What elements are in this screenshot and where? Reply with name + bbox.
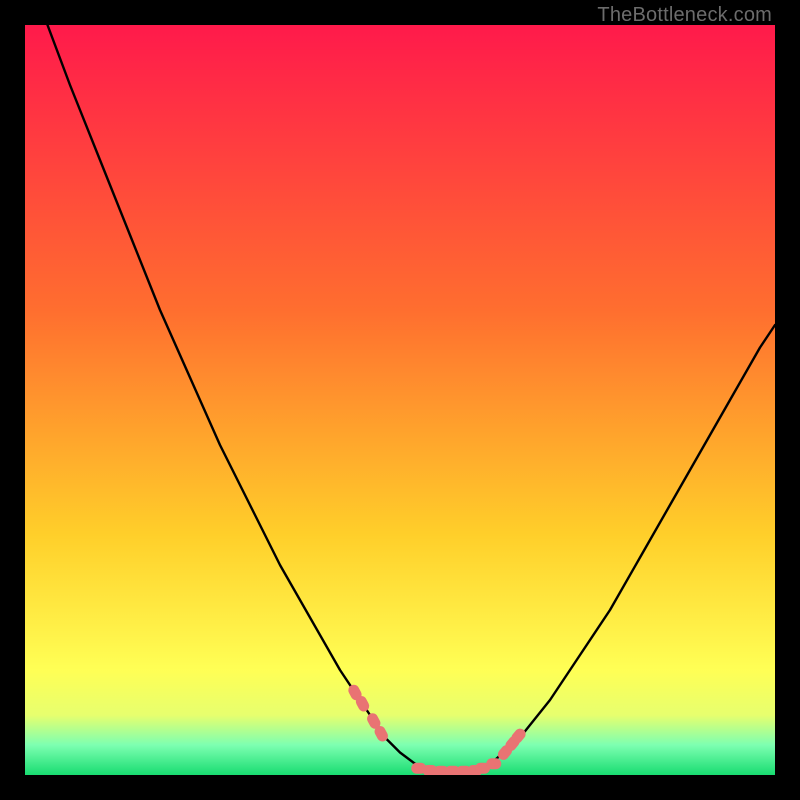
curve-layer [25, 25, 775, 775]
marker-group [346, 683, 527, 775]
curve-marker [486, 758, 501, 769]
plot-area [25, 25, 775, 775]
bottleneck-curve [48, 25, 776, 771]
chart-frame: TheBottleneck.com [0, 0, 800, 800]
watermark-text: TheBottleneck.com [597, 4, 772, 27]
